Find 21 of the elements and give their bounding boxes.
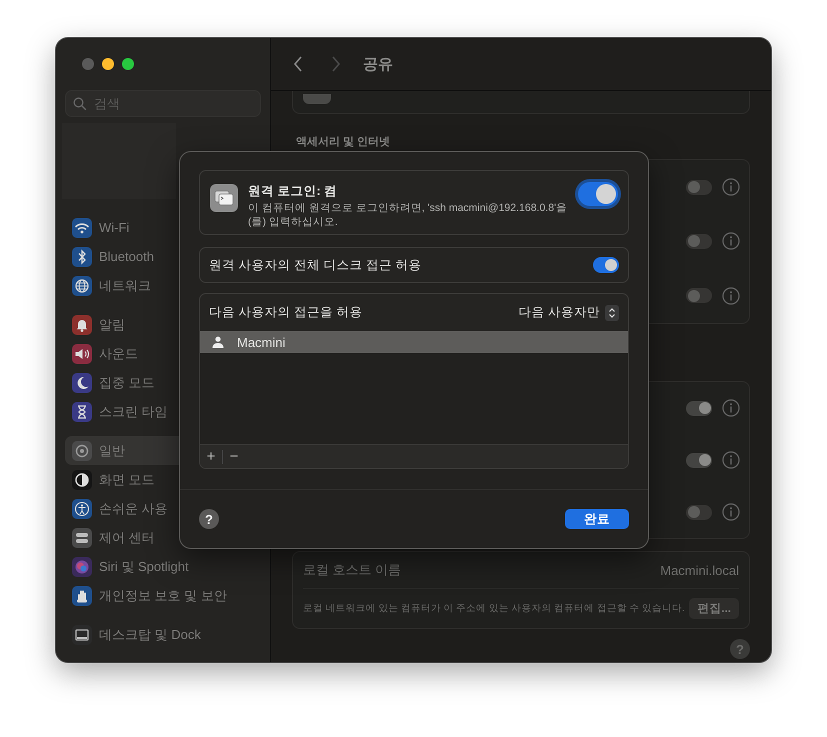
full-disk-label: 원격 사용자의 전체 디스크 접근 허용: [209, 256, 422, 274]
remote-login-description: 이 컴퓨터에 원격으로 로그인하려면, 'ssh macmini@192.168.0.8'을(를) 입력하십시오.: [248, 202, 568, 230]
access-label: 다음 사용자의 접근을 허용: [209, 304, 362, 321]
sidebar-item[interactable]: 개인정보 보호 및 보안: [65, 581, 261, 610]
host-name-value: Macmini.local: [660, 562, 739, 578]
host-description: 로컬 네트워크에 있는 컴퓨터가 이 주소에 있는 사용자의 컴퓨터에 접근할 수 있습니다.: [303, 602, 685, 615]
sidebar-item[interactable]: 데스크탑 및 Dock: [65, 620, 261, 649]
done-button[interactable]: 완료: [565, 509, 629, 529]
user-row[interactable]: Macmini: [200, 331, 628, 353]
access-popup[interactable]: 다음 사용자만: [518, 304, 619, 321]
host-name-label: 로컬 호스트 이름: [303, 561, 402, 579]
section-heading: 액세서리 및 인터넷: [295, 135, 392, 148]
user-name: Macmini: [237, 334, 286, 350]
help-button[interactable]: ?: [199, 509, 219, 529]
remove-button[interactable]: −: [223, 448, 245, 465]
remote-login-title: 원격 로그인: 켬: [248, 183, 338, 200]
sidebar-item[interactable]: Siri 및 Spotlight: [65, 552, 261, 581]
edit-button[interactable]: 편집...: [689, 598, 739, 619]
add-button[interactable]: +: [200, 448, 222, 465]
window-title: 공유: [363, 54, 393, 74]
help-button[interactable]: ?: [730, 639, 750, 659]
